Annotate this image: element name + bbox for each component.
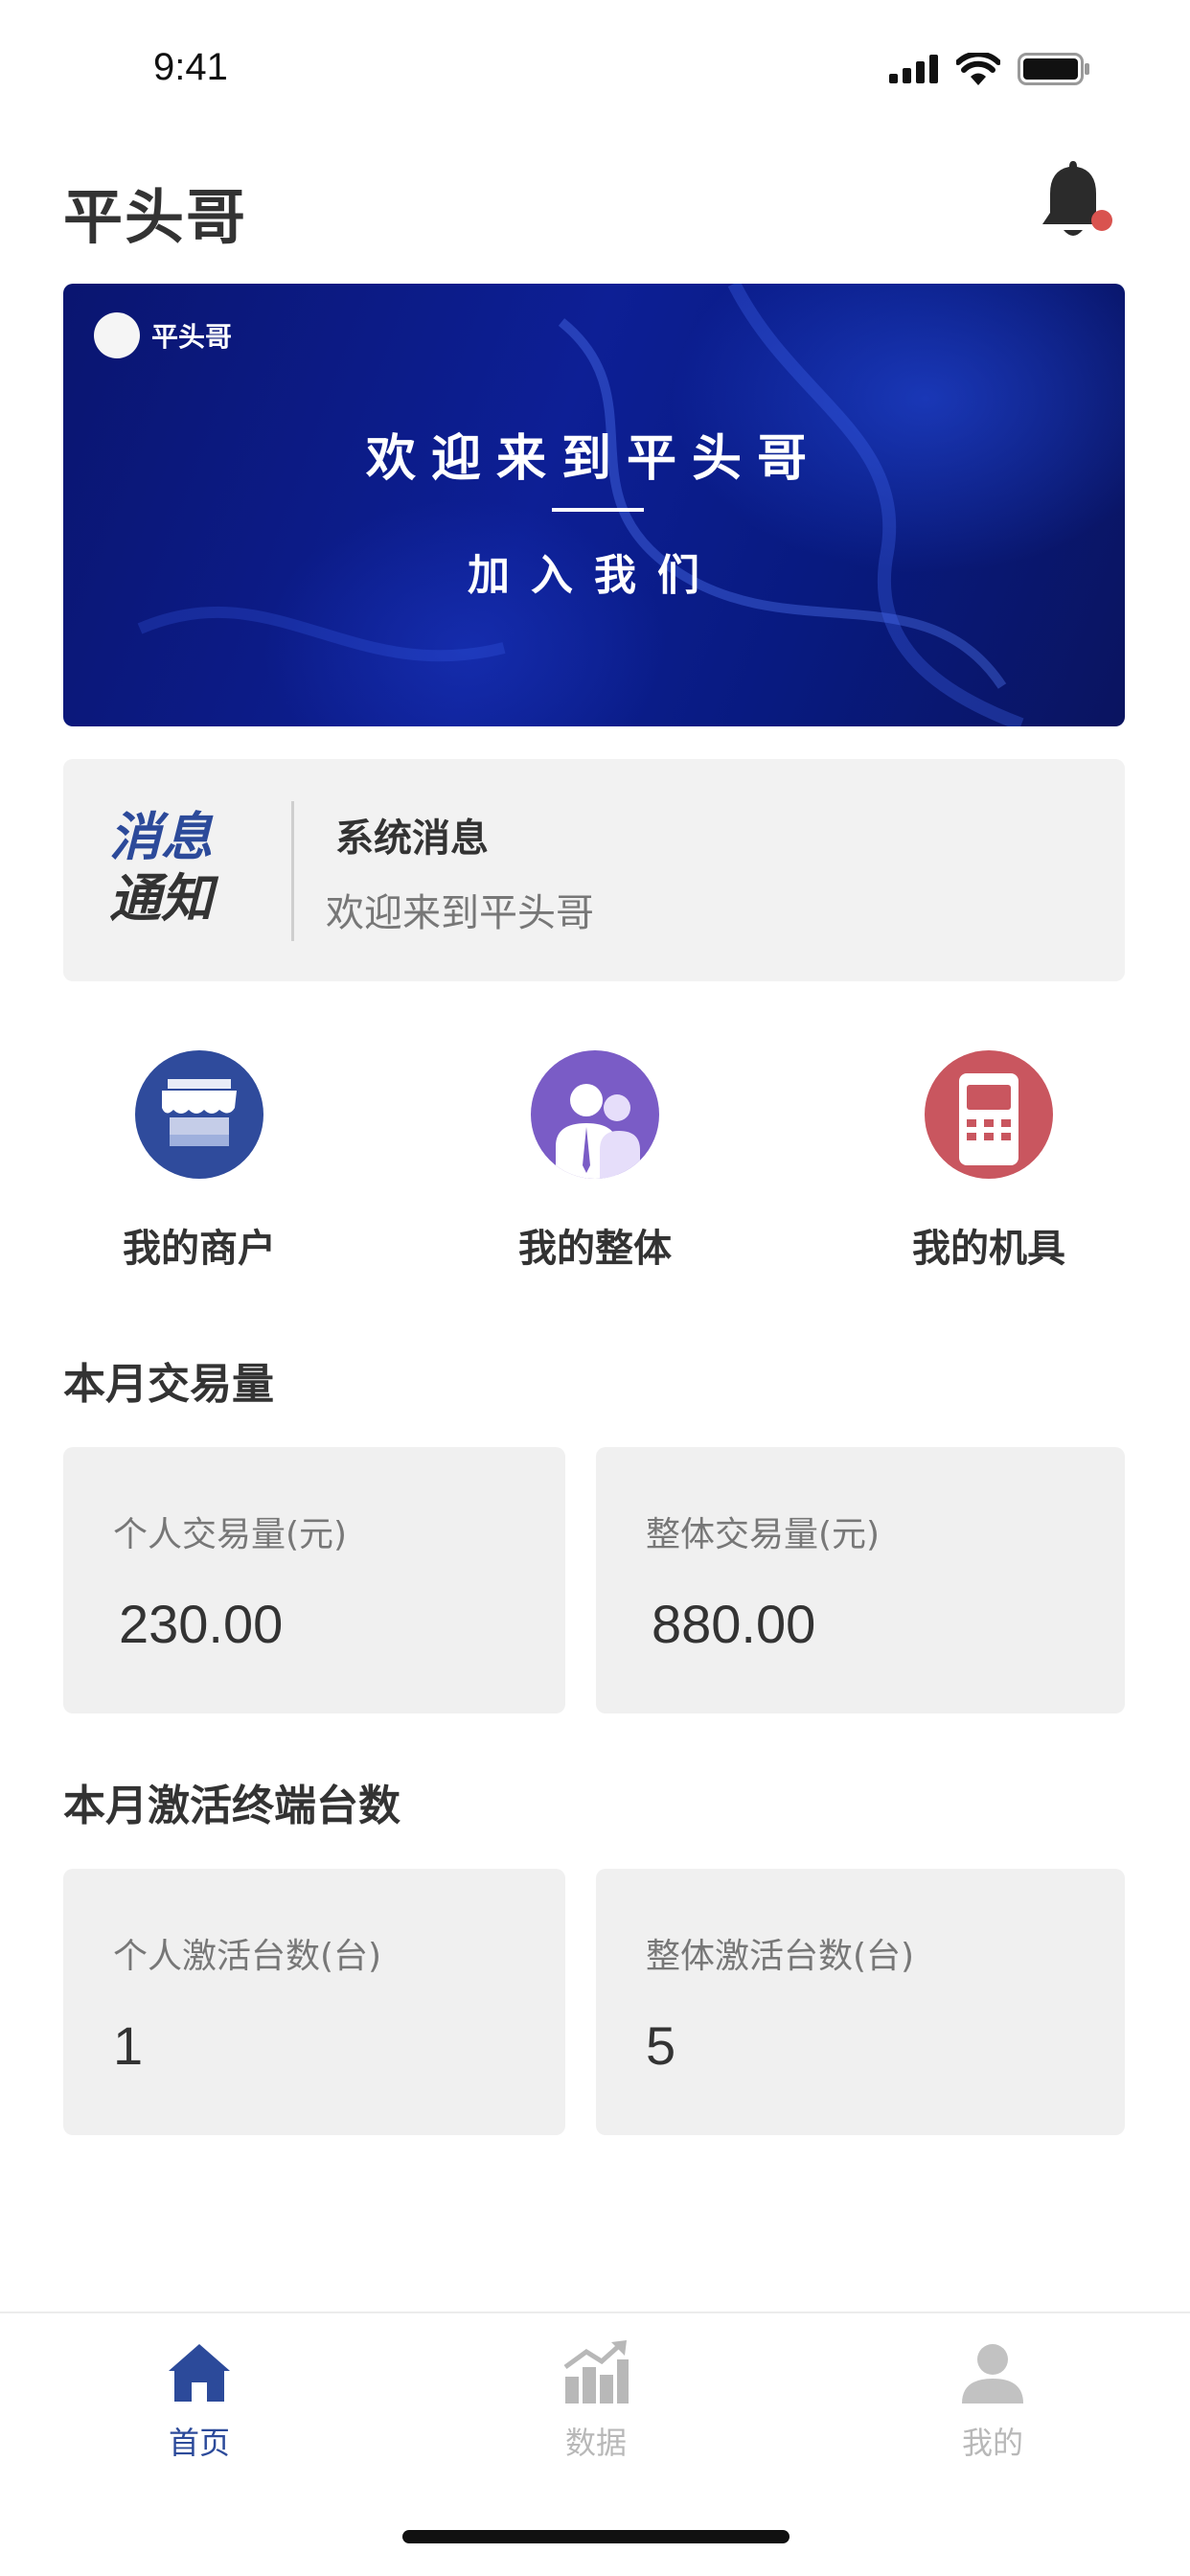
transactions-section-title: 本月交易量 [63, 1360, 274, 1409]
notifications-button[interactable] [1037, 161, 1117, 249]
banner-divider [552, 508, 644, 512]
stat-label: 整体激活台数(台) [646, 1937, 915, 1976]
quick-action-label: 我的整体 [518, 1227, 672, 1271]
tab-home[interactable]: 首页 [103, 2338, 295, 2463]
quick-action-label: 我的商户 [123, 1227, 276, 1271]
battery-icon [1018, 53, 1089, 85]
banner-logo: 平头哥 [94, 312, 232, 358]
pos-terminal-icon [925, 1050, 1053, 1179]
tab-label: 我的 [961, 2425, 1023, 2461]
stat-value: 880.00 [652, 1594, 816, 1654]
quick-action-devices[interactable]: 我的机具 [855, 1050, 1123, 1273]
storefront-icon [135, 1050, 263, 1179]
personal-activation-card[interactable]: 个人激活台数(台) 1 [63, 1869, 565, 2135]
logo-icon [94, 312, 140, 358]
notice-tag-line1: 消息 [109, 807, 213, 867]
chart-icon [563, 2340, 629, 2404]
notice-divider [291, 801, 294, 941]
notification-dot [1091, 210, 1112, 231]
tab-profile[interactable]: 我的 [897, 2338, 1088, 2463]
notice-title: 系统消息 [335, 816, 489, 861]
stat-label: 个人交易量(元) [113, 1515, 348, 1554]
home-icon [169, 2344, 230, 2402]
overall-activation-card[interactable]: 整体激活台数(台) 5 [596, 1869, 1125, 2135]
bell-icon [1042, 161, 1112, 236]
banner-subline: 加入我们 [468, 551, 721, 600]
status-time: 9:41 [153, 46, 228, 88]
notice-message: 欢迎来到平头哥 [326, 891, 594, 935]
quick-action-team[interactable]: 我的整体 [461, 1050, 729, 1273]
banner-logo-text: 平头哥 [151, 321, 233, 353]
stat-value: 230.00 [119, 1594, 284, 1654]
overall-transaction-card[interactable]: 整体交易量(元) 880.00 [596, 1447, 1125, 1714]
page-title: 平头哥 [63, 182, 248, 252]
home-indicator[interactable] [402, 2530, 790, 2543]
promo-banner[interactable]: 平头哥 欢迎来到平头哥 加入我们 [63, 284, 1125, 726]
stat-value: 1 [113, 2015, 144, 2076]
personal-transaction-card[interactable]: 个人交易量(元) 230.00 [63, 1447, 565, 1714]
status-icons [889, 53, 1090, 85]
quick-action-merchants[interactable]: 我的商户 [65, 1050, 333, 1273]
tab-label: 数据 [564, 2425, 627, 2461]
tab-data[interactable]: 数据 [500, 2338, 692, 2463]
notice-tag-line2: 通知 [109, 868, 213, 929]
banner-headline: 欢迎来到平头哥 [365, 430, 822, 488]
wifi-icon [956, 53, 1000, 85]
activations-section-title: 本月激活终端台数 [63, 1782, 400, 1830]
user-icon [962, 2344, 1023, 2404]
status-bar: 9:41 [0, 0, 1190, 144]
quick-action-label: 我的机具 [912, 1227, 1065, 1271]
home-screen: 9:41 平头哥 平头哥 欢迎来到平头哥 加入我们 消息 通知 系统消息 欢迎来… [0, 0, 1190, 2576]
system-notice-card[interactable]: 消息 通知 系统消息 欢迎来到平头哥 [63, 759, 1125, 981]
stat-value: 5 [646, 2015, 676, 2076]
stat-label: 个人激活台数(台) [113, 1937, 382, 1976]
team-icon [531, 1050, 659, 1179]
stat-label: 整体交易量(元) [646, 1515, 881, 1554]
cellular-signal-icon [889, 55, 938, 83]
tab-label: 首页 [168, 2425, 230, 2461]
notice-tag: 消息 通知 [109, 807, 253, 930]
